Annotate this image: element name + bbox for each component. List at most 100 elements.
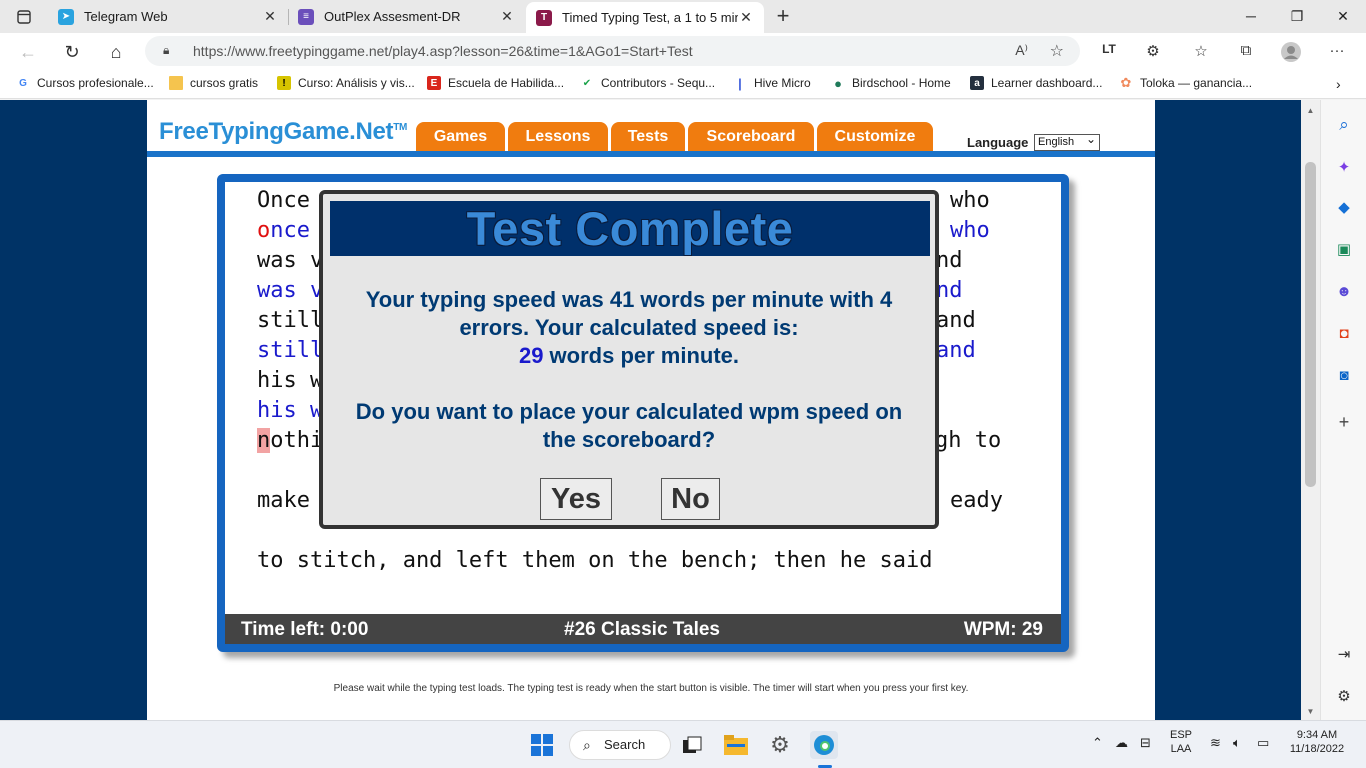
close-tab-icon[interactable]: ✕ [262,8,278,25]
bookmark-escuela[interactable]: E Escuela de Habilida... [427,76,564,90]
line-text-right: gh to [935,428,1002,453]
tools-briefcase-icon[interactable]: ▣ [1333,239,1355,261]
calculated-wpm: 29 [518,343,544,368]
extension-lt-icon[interactable]: LT [1098,42,1120,56]
wpm-display: WPM: 29 [963,619,1043,640]
add-sidebar-app-icon[interactable]: + [1333,411,1355,433]
bookmark-hive-micro[interactable]: | Hive Micro [733,75,811,91]
tab-outplex[interactable]: ≡ OutPlex Assesment-DR ✕ [288,0,525,33]
question-line-2: the scoreboard? [542,427,716,452]
search-icon[interactable]: ⌕ [1333,114,1355,136]
bookmark-label: Escuela de Habilida... [448,76,565,90]
source-line: still [257,306,323,336]
bookmark-curso-analisis[interactable]: ! Curso: Análisis y vis... [277,76,415,90]
yes-button[interactable]: Yes [540,478,612,520]
lock-icon: 🔒︎ [163,43,170,57]
start-windows-icon[interactable] [528,731,556,759]
line-text-left: was v [257,248,324,273]
scroll-thumb[interactable] [1305,162,1316,487]
tab-actions-button[interactable] [6,4,42,30]
discover-sparkle-icon[interactable]: ✦ [1333,157,1355,179]
read-aloud-icon[interactable]: A⁾ [1015,42,1028,59]
tab-title: Timed Typing Test, a 1 to 5 minu [562,10,738,25]
nav-games[interactable]: Games [416,122,505,151]
taskbar-search-box[interactable]: ⌕ Search [569,730,671,760]
source-line: to stitch, and left them on the bench; t… [257,546,933,576]
more-menu-icon[interactable]: ··· [1326,42,1348,59]
battery-icon[interactable]: ▭ [1257,735,1269,751]
line-text-right: nd [936,278,963,303]
loading-instructions: Please wait while the typing test loads.… [333,683,969,694]
keyboard-language[interactable]: ESP LAA [1166,729,1196,755]
url-text[interactable]: https://www.freetypinggame.net/play4.asp… [193,43,693,59]
folder-icon [169,76,183,90]
language-selected-value: English [1038,136,1075,148]
clock-date: 11/18/2022 [1289,743,1345,755]
clock-time: 9:34 AM [1296,729,1338,741]
bookmark-toloka[interactable]: ✿ Toloka — ganancia... [1119,75,1253,90]
weather-cloud-icon[interactable]: ☁ [1115,735,1128,751]
refresh-button[interactable]: ↻ [58,39,86,65]
shopping-tag-icon[interactable]: ◆ [1333,197,1355,219]
nav-tests[interactable]: Tests [611,122,685,151]
collections-icon[interactable]: ⧉ [1235,42,1257,59]
edge-browser-icon[interactable] [810,731,838,759]
site-logo[interactable]: FreeTypingGame.NetTM [159,118,407,146]
scoreboard-question: Do you want to place your calculated wpm… [323,398,935,454]
new-tab-button[interactable]: + [770,4,796,30]
minimize-button[interactable]: ─ [1228,0,1274,33]
extensions-icon[interactable]: ⚙ [1142,42,1164,60]
favorites-icon[interactable]: ☆ [1190,42,1212,60]
task-view-icon[interactable] [678,731,706,759]
nav-customize[interactable]: Customize [817,122,933,151]
typed-line: was v [257,276,323,306]
bookmark-cursos-gratis[interactable]: cursos gratis [169,76,258,90]
wifi-icon[interactable]: ≋ [1210,735,1221,751]
clock[interactable]: 9:34 AM 11/18/2022 [1284,729,1350,755]
line-text-left: his w [257,368,324,393]
bookmark-label: Toloka — ganancia... [1140,76,1253,90]
close-window-button[interactable]: ✕ [1320,0,1366,33]
line-text-left: Once [257,188,310,213]
nav-scoreboard[interactable]: Scoreboard [688,122,814,151]
back-button[interactable]: ← [14,39,42,65]
line-text-left: was v [257,278,324,303]
page-scrollbar[interactable]: ▲ ▼ [1301,100,1320,720]
office-icon[interactable]: ◘ [1333,323,1355,345]
close-tab-icon[interactable]: ✕ [738,9,754,26]
maximize-button[interactable]: ❐ [1274,0,1320,33]
logo-text: FreeTypingGame.Net [159,118,394,145]
games-icon[interactable]: ☻ [1333,281,1355,303]
hive-icon: | [738,75,742,91]
nav-lessons[interactable]: Lessons [508,122,608,151]
outlook-icon[interactable]: ◙ [1333,365,1355,387]
scroll-down-arrow-icon[interactable]: ▼ [1301,707,1320,716]
tab-telegram[interactable]: ➤ Telegram Web ✕ [48,0,288,33]
scroll-up-arrow-icon[interactable]: ▲ [1301,106,1320,115]
bookmark-cursos-profesionales[interactable]: G Cursos profesionale... [16,76,154,90]
result-line-3: 29 words per minute. [323,342,935,370]
close-tab-icon[interactable]: ✕ [499,8,515,25]
bookmark-birdschool[interactable]: ● Birdschool - Home [831,76,951,91]
address-bar[interactable]: 🔒︎ https://www.freetypinggame.net/play4.… [145,36,1080,66]
no-button[interactable]: No [661,478,720,520]
volume-icon[interactable]: 🔈︎ [1233,735,1241,751]
profile-avatar-icon[interactable] [1280,42,1302,66]
hide-sidebar-icon[interactable]: ⇥ [1333,644,1355,666]
network-status-icon[interactable]: ⊟ [1140,735,1151,751]
language-select[interactable]: English [1034,132,1100,151]
tray-chevron-up-icon[interactable]: ⌃ [1092,735,1103,751]
tab-title: Telegram Web [84,9,168,24]
tab-typing-test[interactable]: T Timed Typing Test, a 1 to 5 minu ✕ [526,2,764,33]
file-explorer-icon[interactable] [722,731,750,759]
bookmark-contributors[interactable]: ✔ Contributors - Sequ... [580,76,715,90]
bookmark-learner-dashboard[interactable]: a Learner dashboard... [970,76,1102,90]
bookmarks-overflow-chevron-icon[interactable]: › [1336,76,1341,92]
home-button[interactable]: ⌂ [102,39,130,65]
settings-gear-icon[interactable]: ⚙ [766,731,794,759]
bookmark-label: Hive Micro [754,76,811,90]
favorite-star-icon[interactable]: ☆ [1050,41,1064,61]
typed-line: his w [257,396,323,426]
dialog-title: Test Complete [330,201,930,256]
sidebar-settings-gear-icon[interactable]: ⚙ [1333,686,1355,708]
